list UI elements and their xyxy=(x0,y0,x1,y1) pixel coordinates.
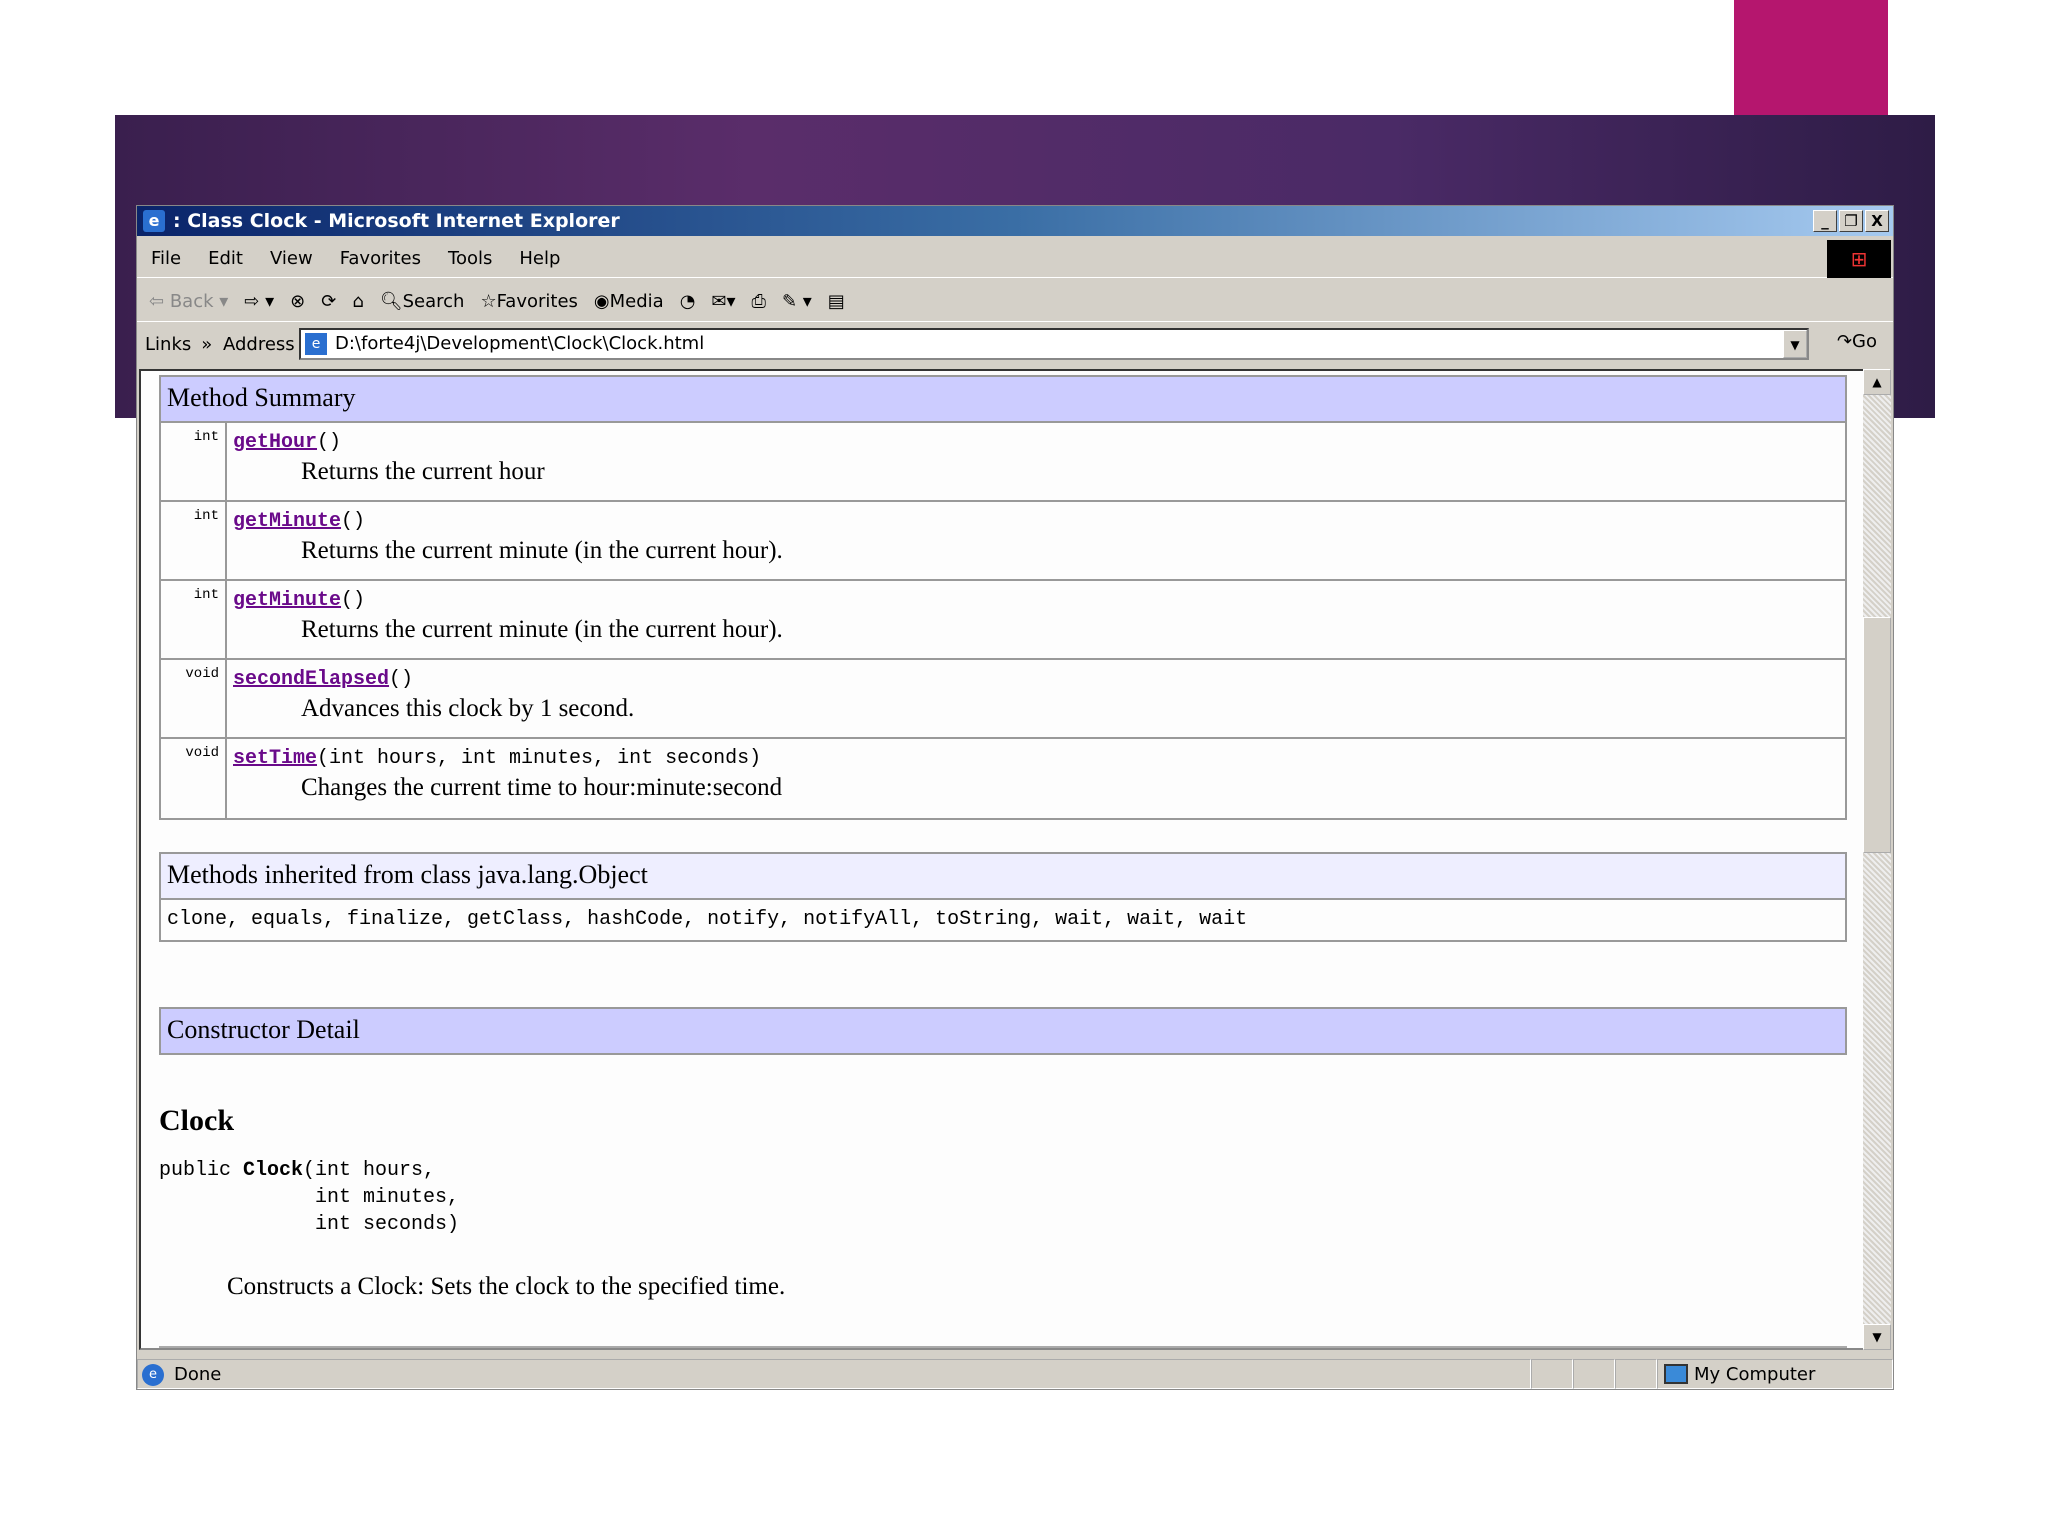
inherited-methods-table: Methods inherited from class java.lang.O… xyxy=(159,852,1847,942)
stop-icon[interactable]: ⊗ xyxy=(290,291,305,312)
minimize-button[interactable]: _ xyxy=(1813,210,1837,232)
method-params: (int hours, int minutes, int seconds) xyxy=(317,747,762,770)
window-title: : Class Clock - Microsoft Internet Explo… xyxy=(173,210,620,232)
inherited-methods-list[interactable]: clone, equals, finalize, getClass, hashC… xyxy=(161,900,1845,940)
close-button[interactable]: X xyxy=(1865,210,1889,232)
method-row: void setTime(int hours, int minutes, int… xyxy=(161,739,1845,818)
method-summary-header: Method Summary xyxy=(161,377,1845,423)
address-label: Address xyxy=(223,333,295,355)
print-icon[interactable]: ⎙ xyxy=(752,291,766,312)
method-description: Returns the current minute (in the curre… xyxy=(301,537,783,564)
history-icon[interactable]: ◔ xyxy=(680,291,696,312)
menu-help[interactable]: Help xyxy=(519,248,560,269)
menu-bar: File Edit View Favorites Tools Help xyxy=(137,240,1893,278)
method-link[interactable]: getMinute xyxy=(233,589,341,612)
method-row: void secondElapsed() Advances this clock… xyxy=(161,660,1845,739)
constructor-detail-table: Constructor Detail xyxy=(159,1007,1847,1055)
back-button[interactable]: ⇦ Back ▾ xyxy=(149,291,228,312)
edit-icon[interactable]: ✎ ▾ xyxy=(782,291,812,312)
constructor-signature: public Clock(int hours, int minutes, int… xyxy=(159,1157,459,1238)
method-row: int getMinute() Returns the current minu… xyxy=(161,581,1845,660)
forward-button[interactable]: ⇨ ▾ xyxy=(244,291,274,312)
method-params: () xyxy=(341,510,366,533)
method-link[interactable]: secondElapsed xyxy=(233,668,389,691)
home-icon[interactable]: ⌂ xyxy=(352,291,363,312)
method-description: Changes the current time to hour:minute:… xyxy=(301,774,783,801)
address-url: D:\forte4j\Development\Clock\Clock.html xyxy=(335,333,705,354)
address-dropdown-button[interactable]: ▼ xyxy=(1783,330,1807,358)
search-icon: 🔍︎ xyxy=(379,290,403,312)
ie-icon: e xyxy=(143,210,165,232)
status-pane xyxy=(1615,1359,1657,1389)
method-params: () xyxy=(389,668,414,691)
return-type: void xyxy=(161,660,227,737)
menu-view[interactable]: View xyxy=(270,248,313,269)
media-button[interactable]: ◉Media xyxy=(594,291,664,312)
address-input[interactable]: e D:\forte4j\Development\Clock\Clock.htm… xyxy=(299,328,1809,360)
status-pane xyxy=(1573,1359,1615,1389)
refresh-icon[interactable]: ⟳ xyxy=(321,291,336,312)
method-link[interactable]: getHour xyxy=(233,431,317,454)
scroll-up-button[interactable]: ▲ xyxy=(1863,369,1891,395)
title-bar: e : Class Clock - Microsoft Internet Exp… xyxy=(137,206,1893,236)
return-type: int xyxy=(161,581,227,658)
page-content: Method Summary int getHour() Returns the… xyxy=(139,369,1865,1350)
constructor-detail-header: Constructor Detail xyxy=(161,1009,1845,1055)
address-bar: Links » Address e D:\forte4j\Development… xyxy=(137,325,1893,363)
ie-status-icon: e xyxy=(142,1364,164,1386)
star-icon: ☆ xyxy=(480,290,497,312)
search-label: Search xyxy=(402,290,465,312)
sig-prefix: public xyxy=(159,1159,244,1182)
scroll-thumb[interactable] xyxy=(1863,617,1891,853)
method-description: Advances this clock by 1 second. xyxy=(301,695,635,722)
back-arrow-icon: ⇦ xyxy=(149,290,165,312)
inherited-header: Methods inherited from class java.lang.O… xyxy=(161,854,1845,900)
windows-logo-icon: ⊞ xyxy=(1827,240,1891,278)
media-label: Media xyxy=(609,290,664,312)
divider xyxy=(159,1346,1847,1348)
menu-tools[interactable]: Tools xyxy=(448,248,492,269)
scroll-down-button[interactable]: ▼ xyxy=(1863,1324,1891,1350)
menu-file[interactable]: File xyxy=(151,248,181,269)
toolbar: ⇦ Back ▾ ⇨ ▾ ⊗ ⟳ ⌂ 🔍︎Search ☆Favorites ◉… xyxy=(137,281,1893,322)
computer-icon xyxy=(1664,1364,1688,1384)
method-row: int getMinute() Returns the current minu… xyxy=(161,502,1845,581)
constructor-description: Constructs a Clock: Sets the clock to th… xyxy=(227,1273,786,1300)
links-chevron[interactable]: » xyxy=(201,334,212,355)
return-type: void xyxy=(161,739,227,818)
constructor-name: Clock xyxy=(159,1104,234,1137)
browser-window: e : Class Clock - Microsoft Internet Exp… xyxy=(136,205,1894,1390)
go-label: Go xyxy=(1852,331,1877,352)
restore-button[interactable]: ❐ xyxy=(1839,210,1863,232)
favorites-button[interactable]: ☆Favorites xyxy=(480,291,577,312)
links-label[interactable]: Links xyxy=(145,334,191,355)
sig-name: Clock xyxy=(243,1159,304,1182)
go-button[interactable]: ↷Go xyxy=(1837,331,1877,352)
zone-text: My Computer xyxy=(1694,1364,1816,1385)
method-params: () xyxy=(317,431,342,454)
return-type: int xyxy=(161,502,227,579)
status-text: Done xyxy=(174,1364,222,1385)
method-link[interactable]: getMinute xyxy=(233,510,341,533)
method-row: int getHour() Returns the current hour xyxy=(161,423,1845,502)
vertical-scrollbar[interactable]: ▲ ▼ xyxy=(1863,369,1891,1350)
status-bar: e Done My Computer xyxy=(137,1359,1893,1389)
method-link[interactable]: setTime xyxy=(233,747,317,770)
back-label: Back xyxy=(169,290,214,312)
menu-edit[interactable]: Edit xyxy=(208,248,243,269)
mail-icon[interactable]: ✉▾ xyxy=(711,291,735,312)
favorites-label: Favorites xyxy=(496,290,578,312)
method-description: Returns the current minute (in the curre… xyxy=(301,616,783,643)
discuss-icon[interactable]: ▤ xyxy=(828,291,845,312)
page-icon: e xyxy=(305,333,327,355)
search-button[interactable]: 🔍︎Search xyxy=(380,291,465,312)
media-icon: ◉ xyxy=(593,290,610,312)
menu-favorites[interactable]: Favorites xyxy=(340,248,421,269)
method-description: Returns the current hour xyxy=(301,458,545,485)
return-type: int xyxy=(161,423,227,500)
status-pane xyxy=(1531,1359,1573,1389)
method-params: () xyxy=(341,589,366,612)
method-summary-table: Method Summary int getHour() Returns the… xyxy=(159,375,1847,820)
